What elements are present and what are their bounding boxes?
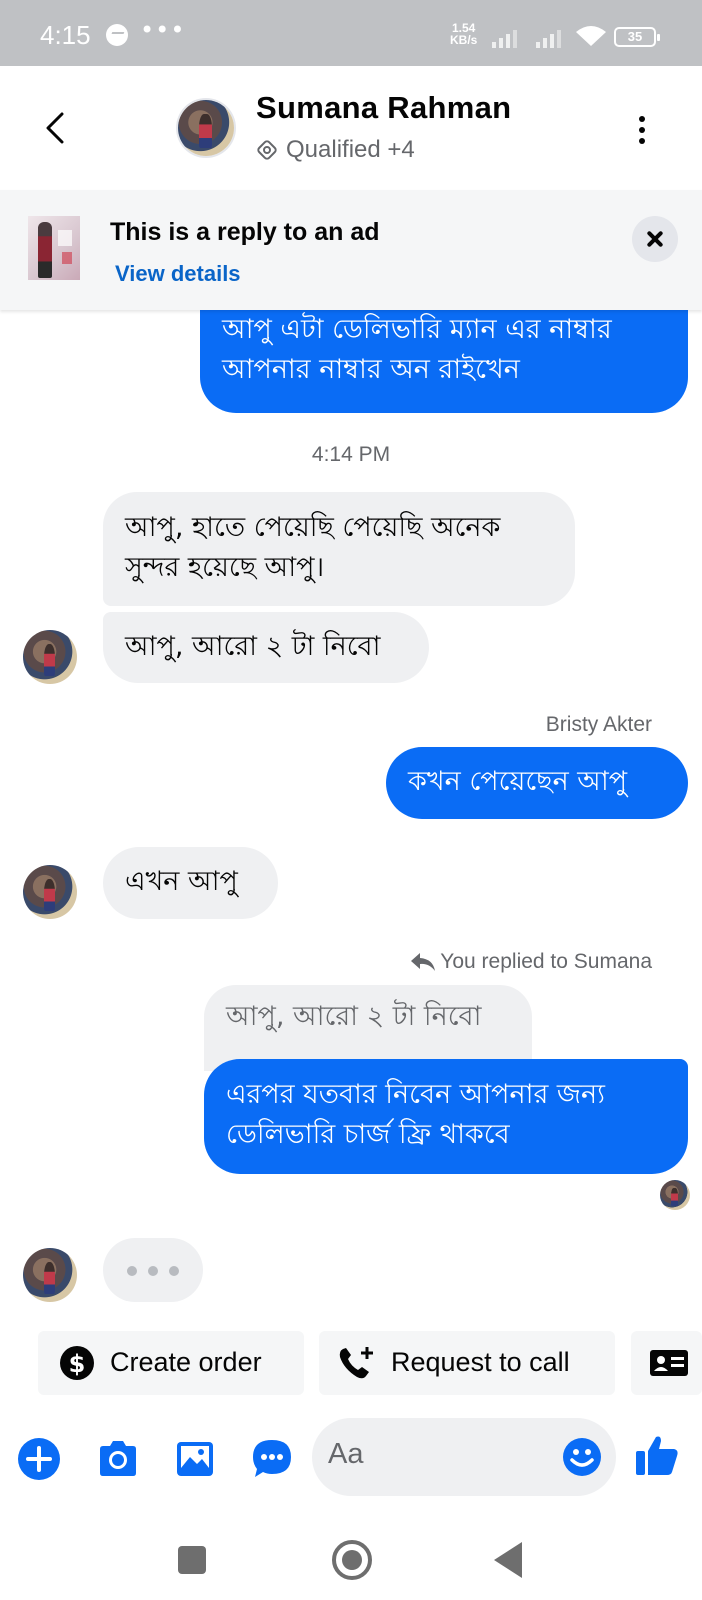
battery-icon: 35 xyxy=(614,27,660,47)
back-chevron-icon[interactable] xyxy=(36,108,76,148)
request-call-button[interactable]: Request to call xyxy=(319,1331,615,1395)
message-text: আপু এটা ডেলিভারি ম্যান এর নাম্বার আপনার … xyxy=(222,314,612,385)
notification-more: ••• xyxy=(140,16,186,44)
ad-reply-banner: This is a reply to an ad View details xyxy=(0,190,702,310)
tag-icon xyxy=(257,140,277,160)
message-input-placeholder: Aa xyxy=(328,1438,364,1470)
contact-card-button[interactable] xyxy=(631,1331,702,1395)
view-details-link[interactable]: View details xyxy=(115,261,241,287)
sender-avatar[interactable] xyxy=(23,865,77,919)
message-outgoing[interactable]: এরপর যতবার নিবেন আপনার জন্য ডেলিভারি চার… xyxy=(204,1059,688,1174)
message-outgoing[interactable]: কখন পেয়েছেন আপু xyxy=(386,747,688,819)
gallery-icon[interactable] xyxy=(173,1437,217,1481)
contact-card-icon xyxy=(650,1350,688,1376)
typing-indicator xyxy=(103,1238,203,1302)
messenger-icon xyxy=(106,24,128,46)
label-text: Qualified +4 xyxy=(286,136,415,163)
recent-apps-button[interactable] xyxy=(178,1546,206,1574)
conversation-header: Sumana Rahman Qualified +4 xyxy=(0,66,702,190)
message-text: এরপর যতবার নিবেন আপনার জন্য ডেলিভারি চার… xyxy=(226,1079,605,1150)
camera-icon[interactable] xyxy=(96,1437,140,1481)
emoji-icon[interactable] xyxy=(562,1437,602,1477)
status-time: 4:15 xyxy=(40,20,91,50)
ad-thumbnail[interactable] xyxy=(28,216,80,280)
reply-indicator: You replied to Sumana xyxy=(410,950,652,974)
android-navigation-bar xyxy=(0,1506,702,1600)
phone-plus-icon xyxy=(339,1347,373,1379)
contact-labels[interactable]: Qualified +4 xyxy=(256,136,415,164)
message-text: আপু, আরো ২ টা নিবো xyxy=(125,631,381,662)
message-incoming[interactable]: আপু, হাতে পেয়েছি পেয়েছি অনেক সুন্দর হয… xyxy=(103,492,575,606)
ad-title: This is a reply to an ad xyxy=(110,218,380,246)
reply-label-text: You replied to Sumana xyxy=(440,950,652,973)
message-text: কখন পেয়েছেন আপু xyxy=(408,766,628,797)
message-timestamp: 4:14 PM xyxy=(311,443,391,466)
wifi-icon xyxy=(576,26,606,46)
chat-bubble-icon[interactable] xyxy=(250,1437,294,1481)
status-bar: 4:15 ••• 1.54 KB/s 35 xyxy=(0,0,702,66)
signal-icon xyxy=(536,28,572,48)
message-incoming[interactable]: আপু, আরো ২ টা নিবো xyxy=(103,612,429,683)
home-button[interactable] xyxy=(332,1540,372,1580)
back-button[interactable] xyxy=(494,1542,522,1578)
create-order-button[interactable]: $ Create order xyxy=(38,1331,304,1395)
request-call-label: Request to call xyxy=(391,1347,570,1377)
sender-name: Bristy Akter xyxy=(545,713,652,736)
contact-name[interactable]: Sumana Rahman xyxy=(256,90,511,126)
plus-icon[interactable] xyxy=(17,1437,61,1481)
message-incoming[interactable]: এখন আপু xyxy=(103,847,278,919)
like-icon[interactable] xyxy=(634,1432,680,1478)
sender-avatar[interactable] xyxy=(23,1248,77,1302)
more-vertical-icon[interactable] xyxy=(630,110,654,150)
svg-text:$: $ xyxy=(69,1350,86,1378)
create-order-label: Create order xyxy=(110,1347,262,1377)
signal-icon xyxy=(492,28,528,48)
seen-indicator-avatar xyxy=(660,1180,690,1210)
close-icon[interactable] xyxy=(632,216,678,262)
network-speed: 1.54 KB/s xyxy=(450,22,477,46)
quoted-text: আপু, আরো ২ টা নিবো xyxy=(226,1001,482,1032)
reply-arrow-icon xyxy=(411,953,436,971)
message-text: এখন আপু xyxy=(125,866,238,897)
dollar-icon: $ xyxy=(60,1346,94,1380)
sender-avatar[interactable] xyxy=(23,630,77,684)
message-text: আপু, হাতে পেয়েছি পেয়েছি অনেক সুন্দর হয… xyxy=(125,512,501,583)
network-speed-unit: KB/s xyxy=(450,33,478,47)
contact-avatar[interactable] xyxy=(178,100,234,156)
